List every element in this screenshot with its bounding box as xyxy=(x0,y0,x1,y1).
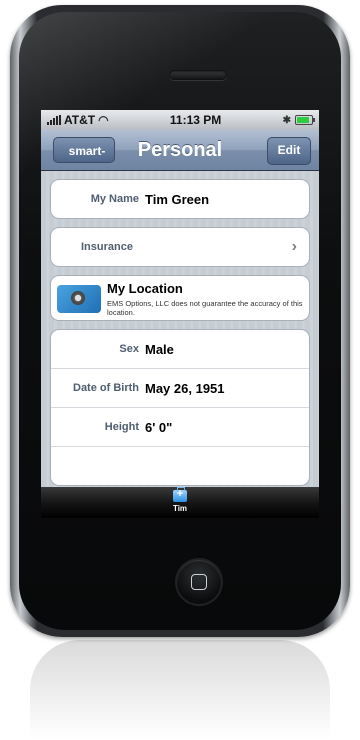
back-button[interactable]: smart-ICE xyxy=(53,137,115,184)
earpiece-speaker xyxy=(169,70,227,80)
medical-kit-icon xyxy=(173,487,187,502)
edit-button[interactable]: Edit xyxy=(267,137,311,165)
wifi-icon: ◠ xyxy=(98,113,109,127)
location-group: My Location EMS Options, LLC does not gu… xyxy=(50,275,310,321)
status-time: 11:13 PM xyxy=(169,113,222,127)
map-compass-icon xyxy=(57,285,101,313)
insurance-row[interactable]: Insurance › xyxy=(51,228,309,266)
tab-label: Tim xyxy=(172,504,188,513)
home-square-icon xyxy=(191,574,207,590)
carrier-label: AT&T xyxy=(64,113,96,127)
detail-row-sex: Sex Male xyxy=(51,330,309,368)
tab-bar: Tim xyxy=(41,487,319,518)
name-value: Tim Green xyxy=(145,191,210,207)
name-row: My Name Tim Green xyxy=(51,180,309,218)
location-disclaimer: EMS Options, LLC does not guarantee the … xyxy=(107,299,303,317)
detail-label: Sex xyxy=(119,343,139,355)
battery-icon xyxy=(294,115,315,125)
phone-reflection xyxy=(30,640,330,740)
name-label: My Name xyxy=(90,193,139,205)
app-screen: AT&T ◠ 11:13 PM ✱ Personal smart-ICE Edi… xyxy=(41,110,319,518)
bluetooth-icon: ✱ xyxy=(282,114,291,126)
detail-row-dob: Date of Birth May 26, 1951 xyxy=(51,368,309,407)
detail-label: Height xyxy=(104,421,139,433)
name-group: My Name Tim Green xyxy=(50,179,310,219)
location-title: My Location xyxy=(107,281,183,296)
location-row[interactable]: My Location EMS Options, LLC does not gu… xyxy=(51,276,309,320)
insurance-group: Insurance › xyxy=(50,227,310,267)
navigation-bar: Personal smart-ICE Edit xyxy=(41,130,319,184)
chevron-right-icon: › xyxy=(291,238,297,255)
signal-icon xyxy=(47,115,61,125)
detail-value: 6' 0" xyxy=(145,419,173,435)
detail-value: May 26, 1951 xyxy=(145,380,225,396)
detail-row-height: Height 6' 0" xyxy=(51,407,309,446)
detail-value: Male xyxy=(145,341,174,357)
status-bar: AT&T ◠ 11:13 PM ✱ xyxy=(41,110,319,130)
personal-details-list[interactable]: My Name Tim Green Insurance › My Locatio… xyxy=(41,171,319,487)
tab-tim[interactable]: Tim xyxy=(165,487,195,517)
detail-label: Date of Birth xyxy=(73,382,139,394)
home-button[interactable] xyxy=(177,560,221,604)
insurance-label: Insurance xyxy=(81,241,133,253)
detail-row-empty xyxy=(51,446,309,485)
details-group: Sex Male Date of Birth May 26, 1951 Heig… xyxy=(50,329,310,486)
